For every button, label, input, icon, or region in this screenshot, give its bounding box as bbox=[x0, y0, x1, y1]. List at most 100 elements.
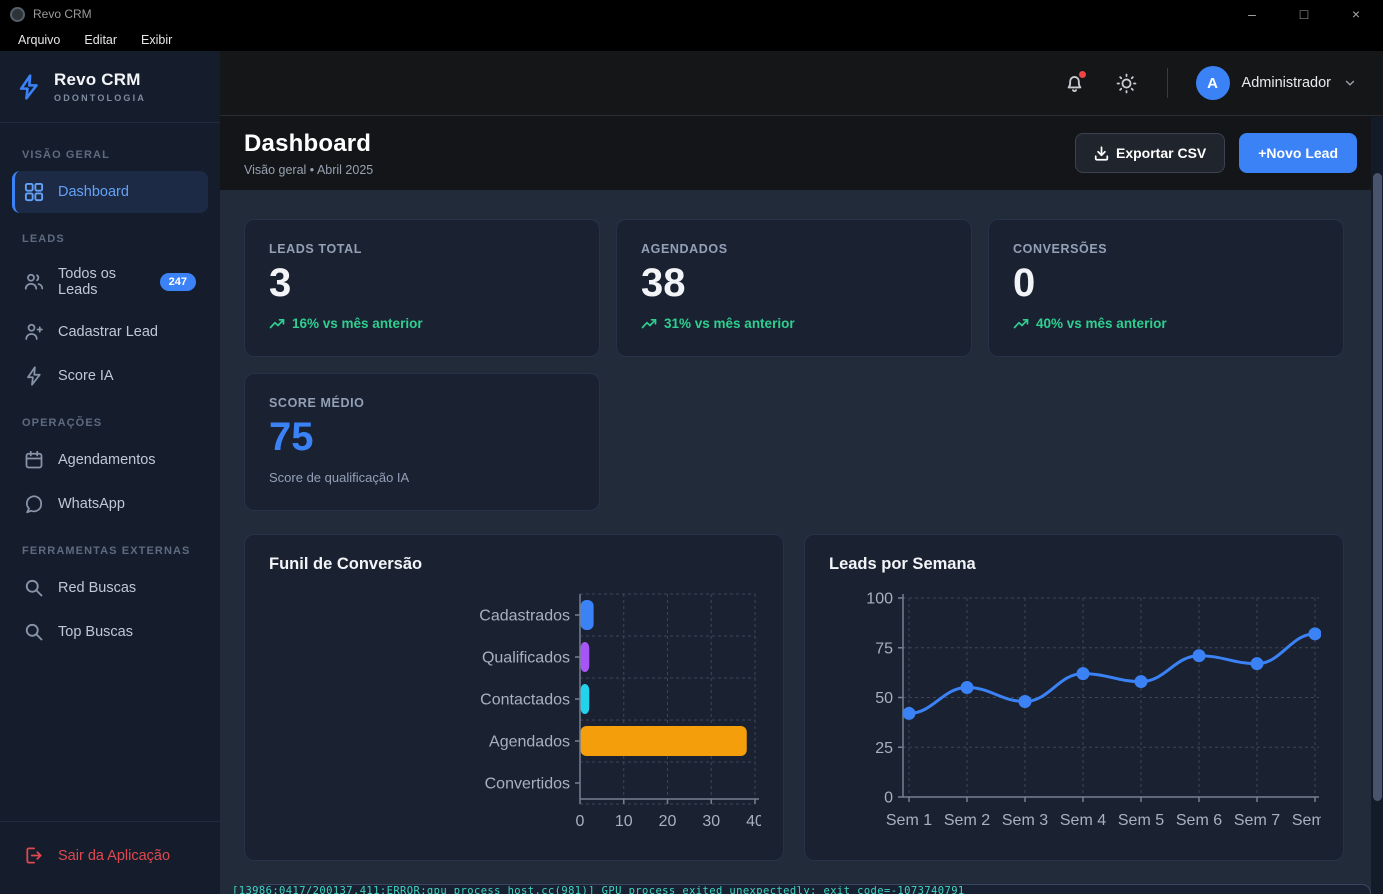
export-csv-button[interactable]: Exportar CSV bbox=[1075, 133, 1225, 173]
calendar-icon bbox=[24, 450, 44, 470]
svg-text:Sem 4: Sem 4 bbox=[1060, 812, 1106, 829]
download-icon bbox=[1094, 146, 1109, 161]
svg-text:0: 0 bbox=[884, 790, 893, 807]
titlebar: Revo CRM – □ × bbox=[0, 0, 1383, 28]
svg-text:25: 25 bbox=[875, 740, 893, 757]
chevron-down-icon bbox=[1343, 76, 1357, 90]
brand-subtitle: ODONTOLOGIA bbox=[54, 93, 146, 103]
dashboard-content: LEADS TOTAL316% vs mês anteriorAGENDADOS… bbox=[220, 190, 1383, 894]
brand: Revo CRM ODONTOLOGIA bbox=[0, 51, 220, 123]
sidebar-item-label: Cadastrar Lead bbox=[58, 324, 158, 340]
stat-value: 75 bbox=[269, 416, 575, 458]
nav-section-label-ferramentas-externas: FERRAMENTAS EXTERNAS bbox=[22, 545, 198, 557]
svg-text:50: 50 bbox=[875, 690, 893, 707]
charts-grid: Funil de Conversão CadastradosQualificad… bbox=[244, 534, 1344, 861]
sidebar-item-dashboard[interactable]: Dashboard bbox=[12, 171, 208, 213]
user-plus-icon bbox=[24, 322, 44, 342]
stat-trend: 40% vs mês anterior bbox=[1013, 316, 1319, 331]
stat-card-leads-total: LEADS TOTAL316% vs mês anterior bbox=[244, 219, 600, 357]
scrollbar-thumb[interactable] bbox=[1373, 173, 1382, 801]
nav-section-label-visao-geral: VISÃO GERAL bbox=[22, 149, 198, 161]
sidebar-item-agendamentos[interactable]: Agendamentos bbox=[12, 439, 208, 481]
nav-section-label-leads: LEADS bbox=[22, 233, 198, 245]
sun-icon bbox=[1116, 73, 1137, 94]
sidebar-item-label: Agendamentos bbox=[58, 452, 156, 468]
avatar: A bbox=[1196, 66, 1230, 100]
sidebar-item-red-buscas[interactable]: Red Buscas bbox=[12, 567, 208, 609]
stat-trend: 31% vs mês anterior bbox=[641, 316, 947, 331]
logout-button[interactable]: Sair da Aplicação bbox=[12, 836, 208, 876]
stat-label: CONVERSÕES bbox=[1013, 242, 1319, 256]
sidebar-item-cadastrar-lead[interactable]: Cadastrar Lead bbox=[12, 311, 208, 353]
menu-editar[interactable]: Editar bbox=[74, 31, 127, 49]
page-subtitle: Visão geral • Abril 2025 bbox=[244, 163, 373, 177]
trend-up-icon bbox=[641, 317, 657, 330]
dashboard-icon bbox=[24, 182, 44, 202]
users-icon bbox=[24, 272, 44, 292]
svg-text:Sem 5: Sem 5 bbox=[1118, 812, 1164, 829]
menu-exibir[interactable]: Exibir bbox=[131, 31, 182, 49]
user-menu[interactable]: A Administrador bbox=[1196, 66, 1357, 100]
topbar-divider bbox=[1167, 68, 1168, 98]
bolt-icon bbox=[24, 366, 44, 386]
svg-text:Sem 3: Sem 3 bbox=[1002, 812, 1048, 829]
main-area: A Administrador Dashboard Visão geral • … bbox=[220, 51, 1383, 894]
svg-text:Sem 7: Sem 7 bbox=[1234, 812, 1280, 829]
stat-subtext: Score de qualificação IA bbox=[269, 470, 575, 485]
svg-text:30: 30 bbox=[702, 813, 720, 830]
sidebar-item-score-ia[interactable]: Score IA bbox=[12, 355, 208, 397]
notification-dot bbox=[1079, 71, 1086, 78]
funnel-chart-card: Funil de Conversão CadastradosQualificad… bbox=[244, 534, 784, 861]
sidebar-item-top-buscas[interactable]: Top Buscas bbox=[12, 611, 208, 653]
sidebar-item-label: Top Buscas bbox=[58, 624, 133, 640]
logout-icon bbox=[24, 846, 44, 866]
line-chart-card: Leads por Semana 0255075100Sem 1Sem 2Sem… bbox=[804, 534, 1344, 861]
svg-text:Sem 1: Sem 1 bbox=[886, 812, 932, 829]
export-csv-label: Exportar CSV bbox=[1116, 145, 1206, 161]
close-button[interactable]: × bbox=[1345, 6, 1367, 22]
svg-text:0: 0 bbox=[576, 813, 585, 830]
svg-text:20: 20 bbox=[659, 813, 677, 830]
stat-value: 0 bbox=[1013, 262, 1319, 304]
svg-text:Sem 2: Sem 2 bbox=[944, 812, 990, 829]
stat-card-conversoes: CONVERSÕES 0 40% vs mês anterior bbox=[988, 219, 1344, 357]
page-header: Dashboard Visão geral • Abril 2025 Expor… bbox=[220, 116, 1383, 190]
console-log-line: [13986:0417/200137.411:ERROR:gpu_process… bbox=[232, 885, 965, 894]
sidebar-item-label: Dashboard bbox=[58, 184, 129, 200]
stat-trend: 16% vs mês anterior bbox=[269, 316, 575, 331]
leads-count-badge: 247 bbox=[160, 273, 196, 291]
svg-text:Qualificados: Qualificados bbox=[482, 650, 570, 667]
bolt-logo-icon bbox=[16, 74, 42, 100]
topbar: A Administrador bbox=[220, 51, 1383, 116]
stat-card-score-medio: SCORE MÉDIO75Score de qualificação IA bbox=[244, 373, 600, 511]
page-title: Dashboard bbox=[244, 130, 373, 158]
stats-grid: LEADS TOTAL316% vs mês anteriorAGENDADOS… bbox=[244, 219, 1344, 511]
svg-text:100: 100 bbox=[866, 591, 893, 608]
line-chart: 0255075100Sem 1Sem 2Sem 3Sem 4Sem 5Sem 6… bbox=[829, 582, 1321, 844]
minimize-button[interactable]: – bbox=[1241, 6, 1263, 22]
logout-label: Sair da Aplicação bbox=[58, 848, 170, 864]
trend-up-icon bbox=[269, 317, 285, 330]
app-window: Revo CRM – □ × Arquivo Editar Exibir Rev… bbox=[0, 0, 1383, 894]
nav-section-label-operacoes: OPERAÇÕES bbox=[22, 417, 198, 429]
theme-toggle-button[interactable] bbox=[1115, 71, 1139, 95]
maximize-button[interactable]: □ bbox=[1293, 6, 1315, 22]
new-lead-button[interactable]: +Novo Lead bbox=[1239, 133, 1357, 173]
menu-arquivo[interactable]: Arquivo bbox=[8, 31, 70, 49]
stat-value: 3 bbox=[269, 262, 575, 304]
sidebar-item-whatsapp[interactable]: WhatsApp bbox=[12, 483, 208, 525]
search-icon bbox=[24, 578, 44, 598]
sidebar-item-label: Todos os Leads bbox=[58, 266, 146, 298]
stat-value: 38 bbox=[641, 262, 947, 304]
new-lead-label: +Novo Lead bbox=[1258, 145, 1338, 161]
svg-text:Convertidos: Convertidos bbox=[485, 776, 570, 793]
vertical-scrollbar[interactable] bbox=[1371, 117, 1383, 894]
notifications-button[interactable] bbox=[1063, 71, 1087, 95]
svg-text:40: 40 bbox=[746, 813, 761, 830]
funnel-chart: CadastradosQualificadosContactadosAgenda… bbox=[269, 582, 761, 844]
sidebar-item-todos-os-leads[interactable]: Todos os Leads 247 bbox=[12, 255, 208, 309]
svg-text:75: 75 bbox=[875, 640, 893, 657]
sidebar: Revo CRM ODONTOLOGIA VISÃO GERAL Dashboar… bbox=[0, 51, 220, 894]
sidebar-item-label: Red Buscas bbox=[58, 580, 136, 596]
brand-name: Revo CRM bbox=[54, 70, 146, 90]
